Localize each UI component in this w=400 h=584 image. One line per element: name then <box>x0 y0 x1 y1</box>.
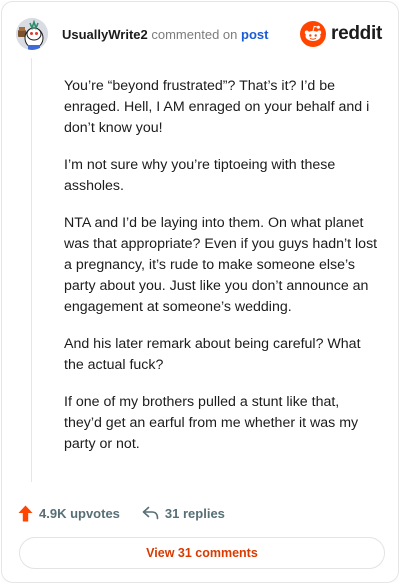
upvote-button[interactable]: 4.9K upvotes <box>18 505 120 522</box>
thread-line[interactable] <box>31 58 32 482</box>
post-link[interactable]: post <box>241 27 268 42</box>
reply-count: 31 replies <box>164 505 225 521</box>
reddit-logo-icon <box>300 21 327 47</box>
commented-on-text: commented on <box>151 27 238 42</box>
upvote-count: 4.9K upvotes <box>39 505 120 521</box>
reddit-logo[interactable]: reddit <box>300 21 382 47</box>
comment-byline: UsuallyWrite2 commented on post <box>62 27 268 42</box>
comment-paragraph: NTA and I’d be laying into them. On what… <box>64 215 378 315</box>
comment-paragraph: You’re “beyond frustrated”? That’s it? I… <box>64 78 370 136</box>
comment-paragraph: I’m not sure why you’re tiptoeing with t… <box>64 157 336 194</box>
comment-header: UsuallyWrite2 commented on post reddit <box>16 14 384 54</box>
reply-button[interactable]: 31 replies <box>142 506 225 521</box>
reddit-wordmark: reddit <box>331 23 382 44</box>
reply-arrow-icon <box>142 506 159 520</box>
comment-actions: 4.9K upvotes 31 replies <box>18 502 225 524</box>
comment-paragraph: If one of my brothers pulled a stunt lik… <box>64 394 359 452</box>
upvote-arrow-icon <box>18 505 33 521</box>
comment-paragraph: And his later remark about being careful… <box>64 336 361 373</box>
comment-body: You’re “beyond frustrated”? That’s it? I… <box>64 76 380 471</box>
snoo-avatar-icon[interactable] <box>16 18 48 50</box>
comment-card: UsuallyWrite2 commented on post reddit Y… <box>1 1 399 583</box>
view-comments-button[interactable]: View 31 comments <box>19 537 385 569</box>
username-link[interactable]: UsuallyWrite2 <box>62 27 148 42</box>
